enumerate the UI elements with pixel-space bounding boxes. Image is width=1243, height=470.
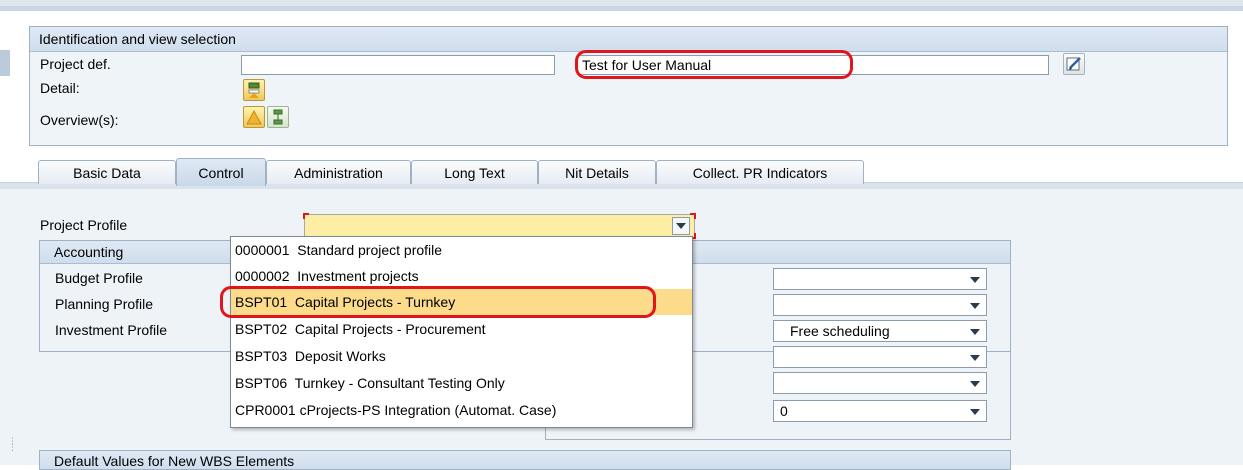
project-profile-label: Project Profile xyxy=(40,217,128,233)
dropdown-option[interactable]: BSPT02 Capital Projects - Procurement xyxy=(231,316,692,342)
select-field-6-value: 0 xyxy=(780,403,788,419)
overview-structure-button[interactable] xyxy=(267,106,289,128)
planning-profile-label: Planning Profile xyxy=(55,296,154,312)
investment-profile-label: Investment Profile xyxy=(55,322,168,338)
structure-tree-icon xyxy=(273,109,283,125)
identification-group: Identification and view selection xyxy=(29,26,1228,146)
left-edge-handle xyxy=(0,50,10,76)
tab-administration[interactable]: Administration xyxy=(266,160,411,184)
option-text: Deposit Works xyxy=(294,348,386,364)
dropdown-option[interactable]: CPR0001 cProjects-PS Integration (Automa… xyxy=(231,397,692,423)
option-code: BSPT02 xyxy=(235,321,288,337)
dropdown-option[interactable]: BSPT03 Deposit Works xyxy=(231,343,692,369)
tab-nit-details[interactable]: Nit Details xyxy=(538,160,656,184)
project-profile-dropdown-list: 0000001 Standard project profile 0000002… xyxy=(230,236,693,428)
required-corner-tr xyxy=(690,213,696,219)
option-code: 0000001 xyxy=(235,242,290,258)
detail-hierarchy-icon xyxy=(248,82,260,98)
overview-triangle-button[interactable] xyxy=(243,106,265,128)
chevron-down-icon xyxy=(970,355,980,361)
tab-control[interactable]: Control xyxy=(176,158,266,186)
project-def-label: Project def. xyxy=(40,56,111,72)
select-field-6[interactable]: 0 xyxy=(773,400,987,422)
option-code: 0000002 xyxy=(235,268,290,284)
default-values-group: Default Values for New WBS Elements xyxy=(39,450,1011,470)
overview-label: Overview(s): xyxy=(40,112,119,128)
dropdown-option[interactable]: BSPT06 Turnkey - Consultant Testing Only xyxy=(231,370,692,396)
splitter-handle: ⋮⋮ xyxy=(8,437,17,458)
select-field-5[interactable] xyxy=(773,372,987,394)
dropdown-option[interactable]: 0000001 Standard project profile xyxy=(231,237,692,263)
top-border-shade xyxy=(0,6,1243,11)
tab-basic-data[interactable]: Basic Data xyxy=(38,160,176,184)
option-code: BSPT03 xyxy=(235,348,288,364)
scheduling-select-value: Free scheduling xyxy=(790,323,890,339)
chevron-down-icon xyxy=(970,409,980,415)
detail-button[interactable] xyxy=(243,79,265,101)
option-text: cProjects-PS Integration (Automat. Case) xyxy=(299,402,557,418)
option-code: CPR0001 xyxy=(235,402,296,418)
project-profile-select[interactable] xyxy=(303,213,696,239)
option-text: Turnkey - Consultant Testing Only xyxy=(294,375,505,391)
edit-pencil-icon xyxy=(1066,57,1081,71)
network-triangle-icon xyxy=(246,109,262,125)
select-field-2[interactable] xyxy=(773,294,987,316)
select-field-4[interactable] xyxy=(773,346,987,368)
red-highlight-oval-bspt01 xyxy=(220,286,656,318)
select-field-1[interactable] xyxy=(773,268,987,290)
required-corner-tl xyxy=(303,213,309,219)
option-code: BSPT06 xyxy=(235,375,288,391)
chevron-down-icon xyxy=(970,329,980,335)
red-highlight-oval-description xyxy=(575,50,853,79)
project-profile-dropdown-button[interactable] xyxy=(672,217,690,235)
budget-profile-label: Budget Profile xyxy=(55,270,143,286)
detail-label: Detail: xyxy=(40,80,80,96)
chevron-down-icon xyxy=(970,277,980,283)
default-values-header: Default Values for New WBS Elements xyxy=(54,453,295,469)
chevron-down-icon xyxy=(676,223,686,229)
identification-header: Identification and view selection xyxy=(30,27,1227,52)
option-text: Standard project profile xyxy=(297,242,443,258)
chevron-down-icon xyxy=(970,381,980,387)
scheduling-select[interactable]: Free scheduling xyxy=(773,320,987,342)
option-text: Capital Projects - Procurement xyxy=(294,321,486,337)
tab-collect-pr-indicators[interactable]: Collect. PR Indicators xyxy=(656,160,864,184)
option-text: Investment projects xyxy=(297,268,419,284)
project-def-input[interactable] xyxy=(241,55,555,75)
tab-long-text[interactable]: Long Text xyxy=(411,160,538,184)
edit-description-button[interactable] xyxy=(1063,53,1085,75)
chevron-down-icon xyxy=(970,303,980,309)
